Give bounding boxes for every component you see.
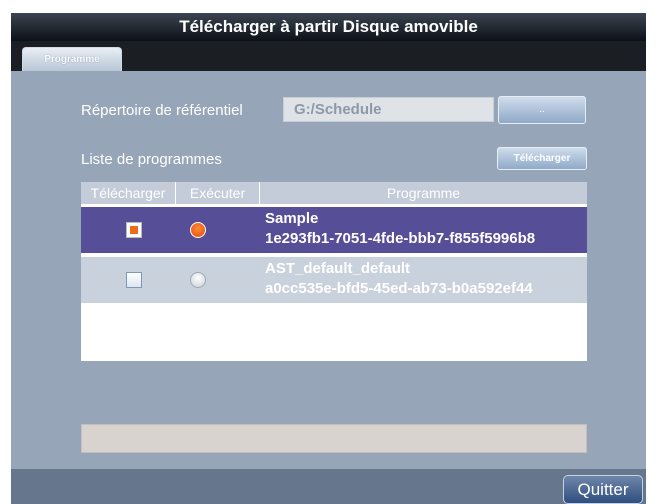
dialog-footer: Quitter (11, 469, 646, 504)
program-table: Télécharger Exécuter Programme Sample 1e… (81, 182, 587, 361)
window-title: Télécharger à partir Disque amovible (11, 13, 646, 41)
program-id: 1e293fb1-7051-4fde-bbb7-f855f5996b8 (265, 230, 536, 247)
repository-path-field[interactable]: G:/Schedule (283, 97, 494, 122)
program-name-cell: Sample 1e293fb1-7051-4fde-bbb7-f855f5996… (265, 209, 535, 249)
column-header-execute[interactable]: Exécuter (176, 182, 260, 204)
program-id: a0cc535e-bfd5-45ed-ab73-b0a592ef44 (265, 280, 533, 297)
execute-radio[interactable] (190, 222, 206, 238)
tab-programme[interactable]: Programme (22, 47, 122, 71)
download-checkbox[interactable] (126, 222, 142, 238)
download-dialog: Télécharger à partir Disque amovible Pro… (0, 0, 657, 504)
column-header-program[interactable]: Programme (260, 182, 587, 204)
table-row[interactable]: AST_default_default a0cc535e-bfd5-45ed-a… (81, 257, 587, 303)
execute-radio[interactable] (190, 272, 206, 288)
progress-bar (81, 424, 587, 453)
table-row[interactable]: Sample 1e293fb1-7051-4fde-bbb7-f855f5996… (81, 207, 587, 253)
repository-label: Répertoire de référentiel (81, 102, 243, 119)
download-button[interactable]: Télécharger (497, 147, 587, 170)
quit-button[interactable]: Quitter (563, 475, 643, 504)
download-checkbox[interactable] (126, 272, 142, 288)
tab-strip: Programme (11, 41, 646, 71)
program-name: AST_default_default (265, 260, 411, 277)
program-name: Sample (265, 210, 319, 227)
program-name-cell: AST_default_default a0cc535e-bfd5-45ed-a… (265, 259, 533, 299)
column-header-download[interactable]: Télécharger (81, 182, 176, 204)
table-header: Télécharger Exécuter Programme (81, 182, 587, 204)
programme-panel: Répertoire de référentiel G:/Schedule ..… (11, 71, 646, 469)
program-list-label: Liste de programmes (81, 151, 222, 168)
browse-button[interactable]: .. (498, 96, 586, 124)
